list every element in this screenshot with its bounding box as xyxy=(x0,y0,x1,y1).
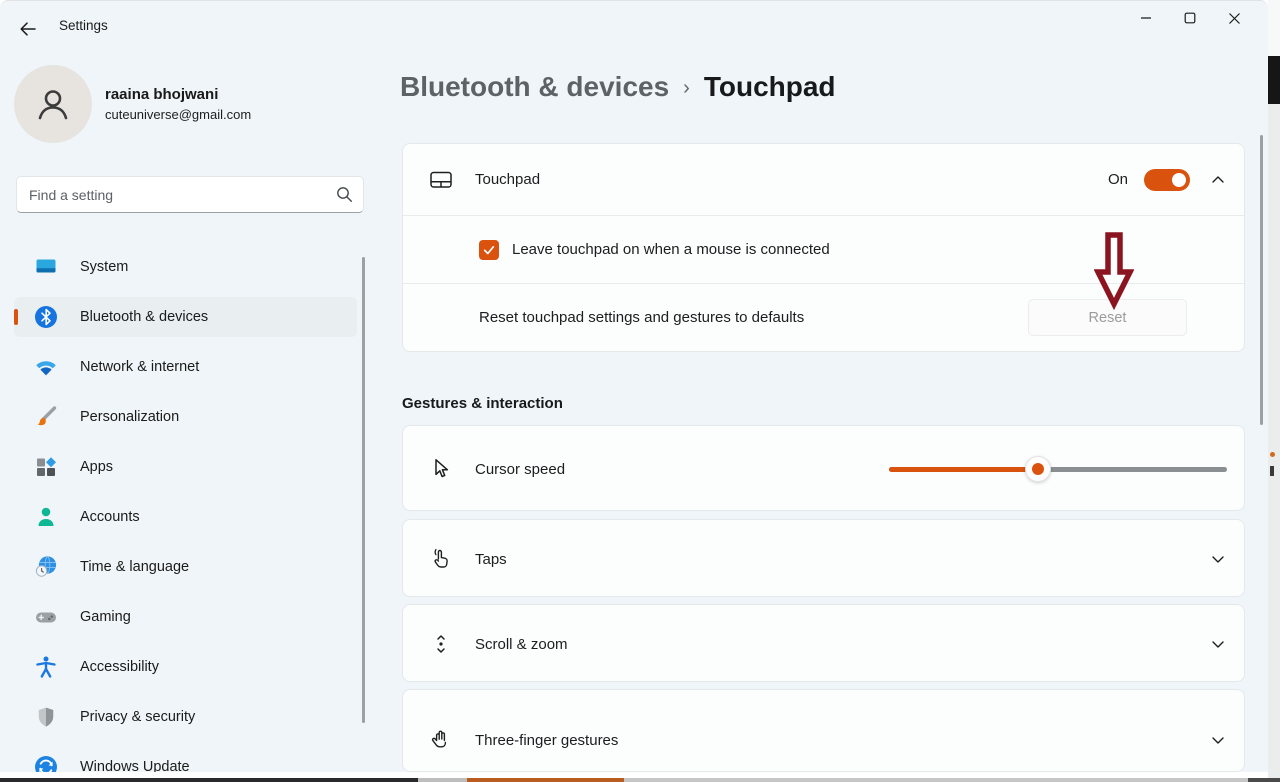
three-finger-icon xyxy=(429,728,453,752)
reset-label: Reset touchpad settings and gestures to … xyxy=(479,309,1028,326)
chevron-down-icon xyxy=(1210,636,1226,652)
sidebar-item-apps[interactable]: Apps xyxy=(14,447,357,487)
sidebar-item-label: Windows Update xyxy=(80,759,190,772)
maximize-icon xyxy=(1184,12,1196,24)
chevron-up-icon xyxy=(1210,172,1226,188)
sidebar-item-label: Gaming xyxy=(80,609,131,625)
sidebar-item-label: Bluetooth & devices xyxy=(80,309,208,325)
sidebar-item-system[interactable]: System xyxy=(14,247,357,287)
sidebar-item-label: Privacy & security xyxy=(80,709,195,725)
close-icon xyxy=(1228,12,1241,25)
three-finger-expand-button[interactable] xyxy=(1210,732,1226,748)
taps-card[interactable]: Taps xyxy=(402,519,1245,597)
search-input[interactable] xyxy=(29,187,336,203)
maximize-button[interactable] xyxy=(1168,1,1212,35)
taps-expand-button[interactable] xyxy=(1210,551,1226,567)
leave-touchpad-checkbox[interactable] xyxy=(479,240,499,260)
page-title: Touchpad xyxy=(704,71,836,103)
section-title: Gestures & interaction xyxy=(402,395,563,412)
minimize-button[interactable] xyxy=(1124,1,1168,35)
slider-handle-dot xyxy=(1032,463,1044,475)
sidebar-item-label: Time & language xyxy=(80,559,189,575)
scroll-zoom-label: Scroll & zoom xyxy=(475,636,1210,653)
breadcrumb: Bluetooth & devices › Touchpad xyxy=(400,71,836,103)
sidebar-nav: System Bluetooth & devices Network & int… xyxy=(14,247,357,772)
leave-touchpad-row: Leave touchpad on when a mouse is connec… xyxy=(403,216,1244,284)
reset-button[interactable]: Reset xyxy=(1028,299,1187,336)
reset-row: Reset touchpad settings and gestures to … xyxy=(403,284,1244,351)
minimize-icon xyxy=(1140,12,1152,24)
gaming-icon xyxy=(34,605,58,629)
scroll-zoom-expand-button[interactable] xyxy=(1210,636,1226,652)
window-title: Settings xyxy=(59,18,108,33)
three-finger-card[interactable]: Three-finger gestures xyxy=(402,689,1245,772)
accessibility-icon xyxy=(34,655,58,679)
touchpad-state-label: On xyxy=(1108,171,1128,188)
sidebar-item-label: System xyxy=(80,259,128,275)
cursor-speed-fill xyxy=(889,467,1038,472)
collapse-button[interactable] xyxy=(1210,172,1226,188)
back-button[interactable] xyxy=(12,15,44,43)
sidebar-item-accessibility[interactable]: Accessibility xyxy=(14,647,357,687)
chevron-down-icon xyxy=(1210,732,1226,748)
bottom-edge-sliver xyxy=(0,778,1280,782)
person-icon xyxy=(32,83,74,125)
sidebar-item-label: Network & internet xyxy=(80,359,199,375)
main-scrollbar[interactable] xyxy=(1260,135,1263,425)
close-button[interactable] xyxy=(1212,1,1256,35)
cursor-speed-slider[interactable] xyxy=(889,456,1227,482)
network-icon xyxy=(34,355,58,379)
background-window-sliver xyxy=(1268,0,1280,782)
leave-touchpad-label: Leave touchpad on when a mouse is connec… xyxy=(512,241,1226,258)
user-name: raaina bhojwani xyxy=(105,86,218,103)
checkmark-icon xyxy=(482,243,496,257)
touchpad-icon xyxy=(429,168,453,192)
accounts-icon xyxy=(34,505,58,529)
sidebar-item-time-language[interactable]: Time & language xyxy=(14,547,357,587)
sidebar-item-personalization[interactable]: Personalization xyxy=(14,397,357,437)
bluetooth-icon xyxy=(34,305,58,329)
settings-window: Settings raaina bhojwani cuteuniverse@gm… xyxy=(0,0,1268,772)
sidebar-item-accounts[interactable]: Accounts xyxy=(14,497,357,537)
sidebar-item-network-internet[interactable]: Network & internet xyxy=(14,347,357,387)
cursor-icon xyxy=(429,457,453,481)
breadcrumb-separator: › xyxy=(683,75,690,100)
sidebar-scrollbar[interactable] xyxy=(362,257,365,723)
toggle-knob xyxy=(1172,173,1186,187)
tap-hand-icon xyxy=(429,547,453,571)
cursor-speed-handle[interactable] xyxy=(1025,456,1051,482)
taps-label: Taps xyxy=(475,551,1210,568)
scroll-zoom-icon xyxy=(429,632,453,656)
touchpad-toggle[interactable] xyxy=(1144,169,1190,191)
sidebar-item-label: Accounts xyxy=(80,509,140,525)
touchpad-label: Touchpad xyxy=(475,171,1108,188)
sidebar-item-privacy-security[interactable]: Privacy & security xyxy=(14,697,357,737)
avatar xyxy=(14,65,92,143)
personalization-icon xyxy=(34,405,58,429)
privacy-icon xyxy=(34,705,58,729)
breadcrumb-parent[interactable]: Bluetooth & devices xyxy=(400,71,669,103)
selected-indicator-pill xyxy=(14,309,18,325)
three-finger-label: Three-finger gestures xyxy=(475,732,1210,749)
sidebar-item-gaming[interactable]: Gaming xyxy=(14,597,357,637)
touchpad-card: Touchpad On Leave touchpad on when xyxy=(402,143,1245,352)
touchpad-header-row[interactable]: Touchpad On xyxy=(403,144,1244,216)
user-email: cuteuniverse@gmail.com xyxy=(105,107,251,122)
time-language-icon xyxy=(34,555,58,579)
windows-update-icon xyxy=(34,755,58,772)
scroll-zoom-card[interactable]: Scroll & zoom xyxy=(402,604,1245,682)
sidebar-item-windows-update[interactable]: Windows Update xyxy=(14,747,357,772)
cursor-speed-card: Cursor speed xyxy=(402,425,1245,511)
apps-icon xyxy=(34,455,58,479)
back-arrow-icon xyxy=(19,21,37,37)
sidebar-item-label: Personalization xyxy=(80,409,179,425)
sidebar-item-label: Accessibility xyxy=(80,659,159,675)
search-box[interactable] xyxy=(16,176,364,213)
system-icon xyxy=(34,255,58,279)
search-icon xyxy=(336,186,353,203)
sidebar-item-label: Apps xyxy=(80,459,113,475)
chevron-down-icon xyxy=(1210,551,1226,567)
sidebar-item-bluetooth-devices[interactable]: Bluetooth & devices xyxy=(14,297,357,337)
